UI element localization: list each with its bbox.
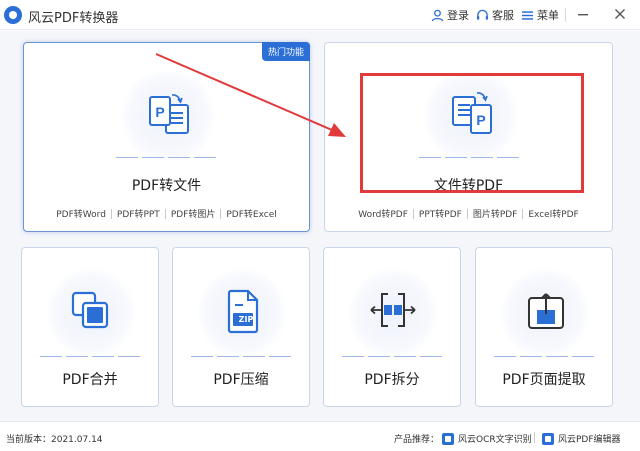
pdf-split-card[interactable]: PDF拆分 (323, 247, 461, 407)
editor-promo-link[interactable]: 风云PDF编辑器 (542, 432, 621, 445)
pdf-to-file-options: PDF转Word PDF转PPT PDF转图片 PDF转Excel (24, 207, 309, 220)
app-title: 风云PDF转换器 (28, 11, 119, 26)
ppt-to-pdf-link[interactable]: PPT转PDF (414, 207, 467, 220)
support-button[interactable]: 客服 (476, 7, 514, 23)
split-icon (370, 293, 416, 327)
pdf-merge-label: PDF合并 (62, 372, 118, 388)
pdf-compress-label: PDF压缩 (213, 372, 269, 388)
pdf-extract-card[interactable]: PDF页面提取 (475, 247, 613, 407)
highlight-box (360, 73, 584, 193)
pdf-to-file-icon: P (149, 94, 189, 134)
menu-icon (521, 10, 534, 20)
image-to-pdf-link[interactable]: 图片转PDF (468, 207, 523, 220)
zip-file-icon (227, 289, 259, 334)
editor-app-icon (542, 432, 554, 445)
pdf-merge-card[interactable]: PDF合并 (21, 247, 159, 407)
minimize-icon[interactable] (575, 6, 591, 22)
pdf-to-file-label: PDF转文件 (131, 178, 202, 194)
dashed-divider (40, 356, 142, 357)
ocr-promo-link[interactable]: 风云OCR文字识别 (442, 432, 532, 445)
login-button[interactable]: 登录 (431, 7, 469, 23)
dashed-divider (116, 157, 220, 158)
svg-text:P: P (155, 104, 164, 120)
pdf-compress-card[interactable]: ZIP PDF压缩 (172, 247, 310, 407)
pdf-to-ppt-link[interactable]: PDF转PPT (112, 207, 165, 220)
promo-label: 产品推荐： (394, 435, 440, 445)
app-logo-icon (4, 6, 22, 24)
support-label: 客服 (492, 9, 514, 22)
pdf-extract-label: PDF页面提取 (502, 372, 586, 388)
excel-to-pdf-link[interactable]: Excel转PDF (523, 207, 583, 220)
login-label: 登录 (447, 9, 469, 22)
status-bar: 当前版本：2021.07.14 产品推荐： 风云OCR文字识别 风云PDF编辑器 (0, 421, 640, 451)
zip-icon-text: ZIP (238, 315, 254, 324)
editor-promo-text: 风云PDF编辑器 (558, 435, 621, 445)
merge-icon (71, 291, 109, 329)
ocr-promo-text: 风云OCR文字识别 (458, 435, 532, 445)
promo-divider (534, 432, 535, 443)
menu-button[interactable]: 菜单 (521, 7, 559, 23)
hot-feature-badge: 热门功能 (261, 42, 310, 61)
dashed-divider (342, 356, 444, 357)
word-to-pdf-link[interactable]: Word转PDF (353, 207, 413, 220)
version-text: 当前版本：2021.07.14 (6, 435, 103, 445)
pdf-to-excel-link[interactable]: PDF转Excel (221, 207, 281, 220)
title-bar: 风云PDF转换器 登录 客服 菜单 (0, 0, 640, 30)
dashed-divider (494, 356, 596, 357)
file-to-pdf-options: Word转PDF PPT转PDF 图片转PDF Excel转PDF (325, 207, 612, 220)
headset-icon (476, 9, 489, 20)
close-icon[interactable] (612, 6, 628, 22)
user-icon (431, 9, 444, 21)
menu-label: 菜单 (537, 9, 559, 22)
dashed-divider (191, 356, 293, 357)
extract-icon (528, 293, 564, 329)
pdf-to-file-card[interactable]: 热门功能 P PDF转文件 PDF转Word PDF转PPT PDF转图片 PD… (23, 42, 310, 232)
ocr-app-icon (442, 432, 454, 445)
titlebar-divider (565, 8, 566, 22)
pdf-split-label: PDF拆分 (364, 372, 420, 388)
pdf-to-word-link[interactable]: PDF转Word (51, 207, 111, 220)
pdf-to-image-link[interactable]: PDF转图片 (166, 207, 221, 220)
